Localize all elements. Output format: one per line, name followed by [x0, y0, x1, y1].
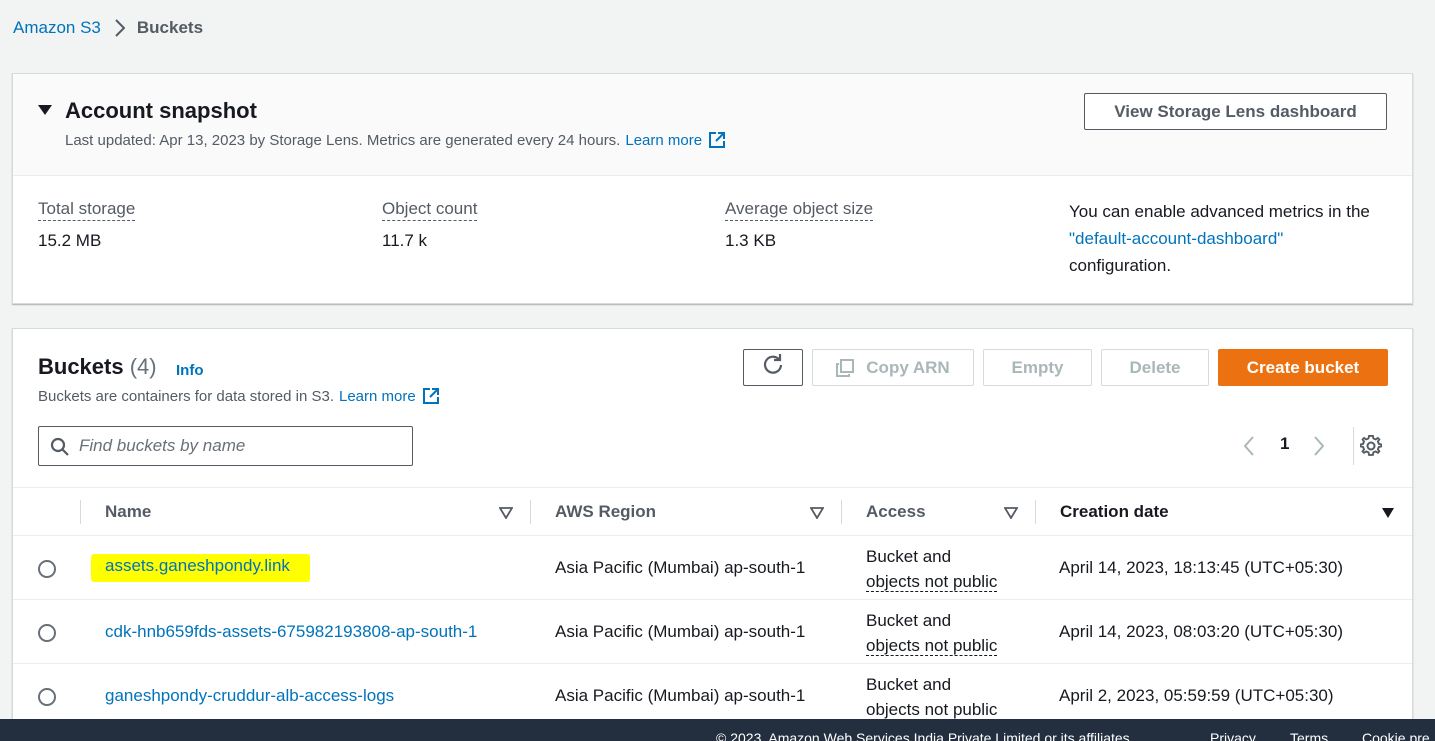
- column-header-name[interactable]: Name: [105, 502, 151, 522]
- bucket-access: Bucket and objects not public: [866, 672, 998, 722]
- account-snapshot-subtitle: Last updated: Apr 13, 2023 by Storage Le…: [65, 131, 726, 149]
- advanced-metrics-note: You can enable advanced metrics in the "…: [1069, 198, 1409, 279]
- bucket-access-line1: Bucket and: [866, 547, 952, 566]
- bucket-creation-date: April 14, 2023, 08:03:20 (UTC+05:30): [1059, 622, 1343, 641]
- refresh-button[interactable]: [743, 349, 803, 386]
- search-input[interactable]: [79, 432, 399, 460]
- empty-button[interactable]: Empty: [983, 349, 1092, 386]
- chevron-right-icon: [1314, 436, 1325, 456]
- column-header-region[interactable]: AWS Region: [555, 502, 656, 522]
- metric-label[interactable]: Object count: [382, 199, 478, 221]
- bucket-access-line2[interactable]: objects not public: [866, 572, 998, 592]
- sort-icon[interactable]: [498, 506, 514, 524]
- snapshot-updated-text: Last updated: Apr 13, 2023 by Storage Le…: [65, 131, 621, 149]
- copy-icon: [836, 358, 855, 377]
- bucket-access: Bucket and objects not public: [866, 544, 998, 594]
- next-page-button[interactable]: [1313, 435, 1325, 457]
- row-select-radio[interactable]: [38, 560, 56, 578]
- chevron-right-icon: [115, 19, 125, 37]
- breadcrumb-buckets: Buckets: [136, 18, 204, 37]
- create-bucket-button[interactable]: Create bucket: [1218, 349, 1388, 386]
- column-header-creation-date[interactable]: Creation date: [1060, 502, 1169, 522]
- caret-down-icon[interactable]: [38, 105, 52, 115]
- snapshot-learn-more-link[interactable]: Learn more: [625, 132, 702, 149]
- find-buckets-search[interactable]: [38, 426, 413, 466]
- metric-label[interactable]: Total storage: [38, 199, 136, 221]
- metric-total-storage: Total storage 15.2 MB: [38, 199, 136, 251]
- bucket-name-link[interactable]: cdk-hnb659fds-assets-675982193808-ap-sou…: [105, 622, 477, 642]
- gear-icon[interactable]: [1359, 434, 1383, 462]
- refresh-icon: [762, 354, 784, 381]
- account-snapshot-header: Account snapshot Last updated: Apr 13, 2…: [13, 74, 1412, 176]
- bucket-access-line1: Bucket and: [866, 611, 952, 630]
- column-divider: [1035, 500, 1036, 524]
- account-snapshot-panel: Account snapshot Last updated: Apr 13, 2…: [12, 73, 1413, 304]
- bucket-region: Asia Pacific (Mumbai) ap-south-1: [555, 622, 806, 641]
- footer-copyright: © 2023, Amazon Web Services India Privat…: [716, 730, 1134, 741]
- footer-terms-link[interactable]: Terms: [1290, 730, 1328, 741]
- table-row[interactable]: cdk-hnb659fds-assets-675982193808-ap-sou…: [13, 600, 1412, 664]
- metric-value: 1.3 KB: [725, 231, 777, 250]
- column-divider: [841, 500, 842, 524]
- sort-icon[interactable]: [809, 506, 825, 524]
- buckets-title-text: Buckets: [38, 354, 124, 379]
- metric-average-object-size: Average object size 1.3 KB: [725, 199, 874, 251]
- buckets-subtitle: Buckets are containers for data stored i…: [38, 387, 440, 405]
- copy-arn-button[interactable]: Copy ARN: [812, 349, 974, 386]
- bucket-name-link[interactable]: assets.ganeshpondy.link: [91, 554, 310, 582]
- breadcrumb-amazon-s3[interactable]: Amazon S3: [13, 18, 101, 38]
- buckets-table-header: Name AWS Region Access Creation date: [13, 487, 1412, 536]
- sort-icon[interactable]: [1003, 506, 1019, 524]
- default-account-dashboard-link[interactable]: "default-account-dashboard": [1069, 229, 1283, 248]
- account-snapshot-title[interactable]: Account snapshot: [65, 98, 257, 124]
- column-divider: [80, 500, 81, 524]
- sort-descending-icon[interactable]: [1381, 506, 1395, 524]
- delete-button[interactable]: Delete: [1101, 349, 1209, 386]
- buckets-panel: Buckets (4) Info Buckets are containers …: [12, 328, 1413, 728]
- footer-cookie-link[interactable]: Cookie pre: [1362, 730, 1430, 741]
- bucket-region: Asia Pacific (Mumbai) ap-south-1: [555, 686, 806, 705]
- view-storage-lens-dashboard-button[interactable]: View Storage Lens dashboard: [1084, 93, 1387, 130]
- breadcrumb: Amazon S3 Buckets: [13, 17, 203, 39]
- previous-page-button[interactable]: [1243, 435, 1255, 457]
- column-divider: [530, 500, 531, 524]
- footer: © 2023, Amazon Web Services India Privat…: [0, 719, 1435, 741]
- bucket-region: Asia Pacific (Mumbai) ap-south-1: [555, 558, 806, 577]
- pager-divider: [1353, 427, 1354, 465]
- row-select-radio[interactable]: [38, 624, 56, 642]
- bucket-access: Bucket and objects not public: [866, 608, 998, 658]
- buckets-count: (4): [129, 354, 157, 379]
- external-link-icon[interactable]: [422, 387, 440, 405]
- metric-object-count: Object count 11.7 k: [382, 199, 478, 251]
- bucket-access-line2[interactable]: objects not public: [866, 700, 998, 720]
- row-select-radio[interactable]: [38, 688, 56, 706]
- bucket-access-line2[interactable]: objects not public: [866, 636, 998, 656]
- buckets-learn-more-link[interactable]: Learn more: [339, 388, 416, 405]
- bucket-name-link[interactable]: ganeshpondy-cruddur-alb-access-logs: [105, 686, 394, 706]
- info-link[interactable]: Info: [176, 362, 204, 379]
- advanced-metrics-text: You can enable advanced metrics in the: [1069, 202, 1370, 221]
- metric-value: 15.2 MB: [38, 231, 102, 250]
- metric-label[interactable]: Average object size: [725, 199, 874, 221]
- search-icon: [50, 437, 70, 462]
- column-header-access[interactable]: Access: [866, 502, 926, 522]
- bucket-access-line1: Bucket and: [866, 675, 952, 694]
- page-number[interactable]: 1: [1280, 434, 1289, 454]
- metric-value: 11.7 k: [382, 231, 428, 250]
- table-row[interactable]: assets.ganeshpondy.link Asia Pacific (Mu…: [13, 536, 1412, 600]
- copy-arn-label: Copy ARN: [866, 357, 950, 377]
- advanced-metrics-text-end: configuration.: [1069, 256, 1172, 275]
- buckets-title: Buckets (4): [38, 354, 157, 380]
- chevron-left-icon: [1243, 436, 1254, 456]
- bucket-creation-date: April 14, 2023, 18:13:45 (UTC+05:30): [1059, 558, 1343, 577]
- external-link-icon[interactable]: [708, 131, 726, 149]
- footer-privacy-link[interactable]: Privacy: [1210, 730, 1256, 741]
- bucket-creation-date: April 2, 2023, 05:59:59 (UTC+05:30): [1059, 686, 1334, 705]
- buckets-description: Buckets are containers for data stored i…: [38, 387, 334, 405]
